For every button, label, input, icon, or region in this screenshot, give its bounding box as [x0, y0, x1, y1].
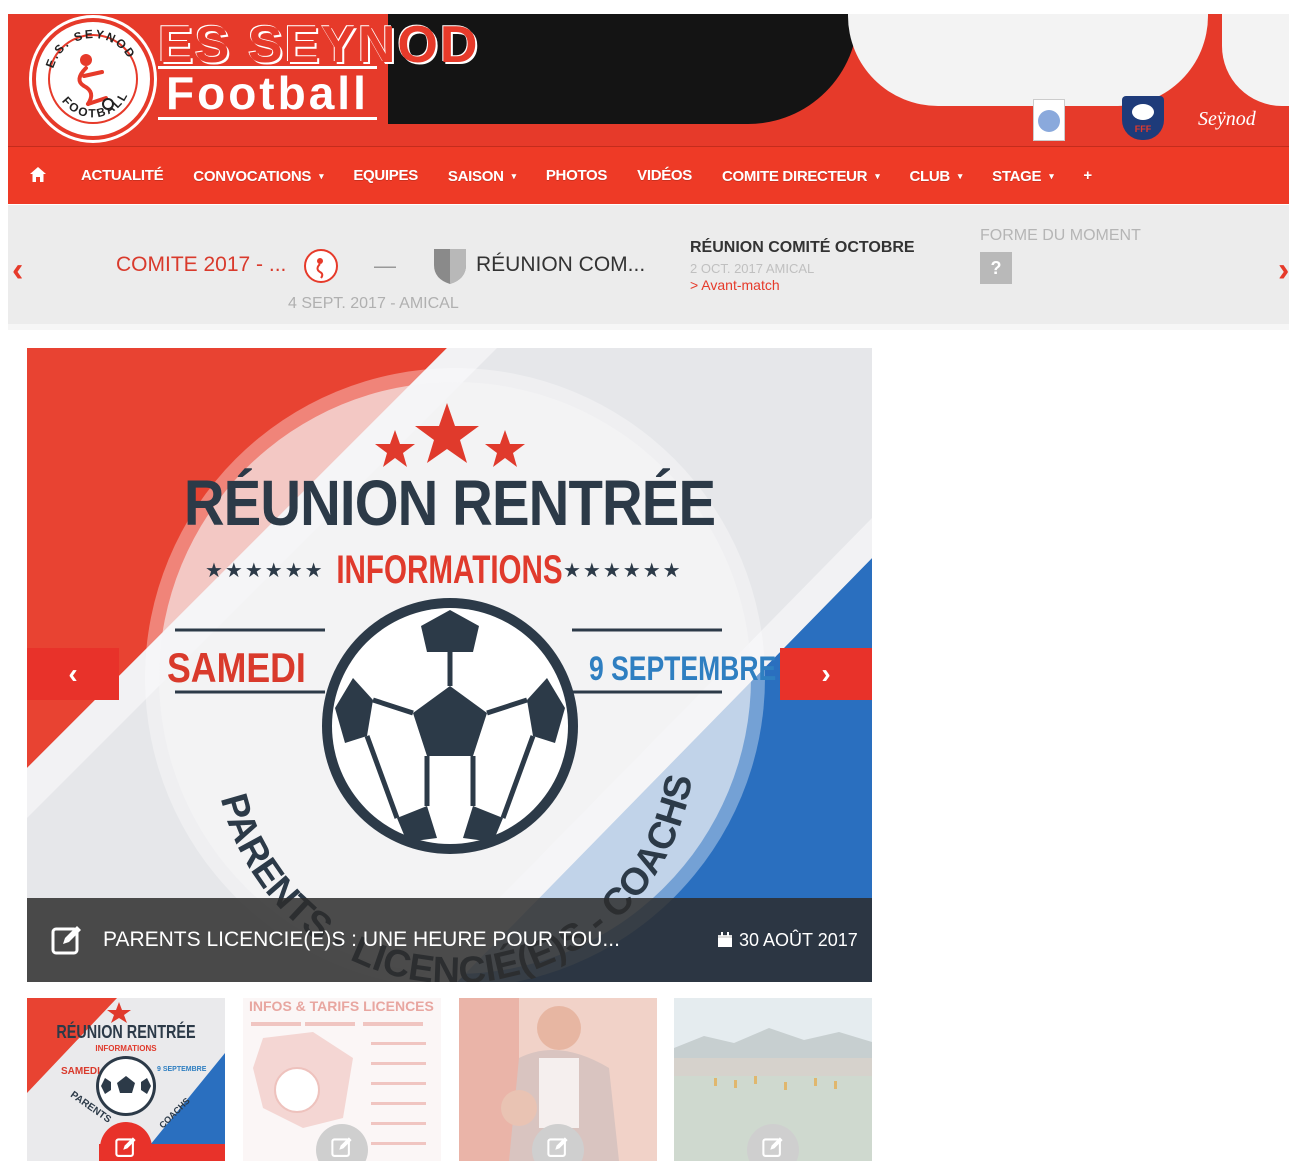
nav-label: ACTUALITÉ	[81, 166, 164, 184]
next-match-date: 2 OCT. 2017 AMICAL	[690, 261, 815, 276]
partner-league-logo[interactable]	[1033, 99, 1065, 141]
header-banner-light	[848, 14, 1208, 106]
match-prev-arrow[interactable]: ‹	[12, 251, 23, 290]
club-crest-icon	[304, 249, 338, 283]
fff-label: FFF	[1134, 124, 1152, 134]
last-match-home-team[interactable]: COMITE 2017 - ...	[116, 253, 286, 277]
chevron-down-icon: ▾	[957, 170, 963, 181]
club-subtitle[interactable]: Football	[158, 66, 377, 120]
partner-seynod-logo[interactable]: Seÿnod	[1198, 108, 1256, 131]
nav-comite-directeur[interactable]: COMITE DIRECTEUR ▾	[707, 147, 894, 205]
nav-saison[interactable]: SAISON ▾	[433, 147, 531, 205]
home-icon[interactable]	[8, 147, 66, 205]
logo-text-bottom: FOOTBALL	[59, 88, 129, 120]
site-header: ES SEYNOD Football E.S. SEYNOD FOOTBALL	[8, 14, 1289, 146]
chevron-down-icon: ▾	[511, 170, 517, 181]
nav-label: COMITE DIRECTEUR	[722, 167, 868, 185]
thumbnail-1[interactable]: RÉUNION RENTRÉE INFORMATIONS SAMEDI 9 SE…	[27, 998, 225, 1161]
nav-label: STAGE	[992, 167, 1042, 185]
calendar-icon	[718, 932, 732, 947]
edit-icon	[331, 1136, 353, 1161]
nav-equipes[interactable]: EQUIPES	[338, 147, 433, 205]
match-next-arrow[interactable]: ›	[1278, 251, 1289, 290]
nav-label: +	[1083, 166, 1092, 184]
nav-label: VIDÉOS	[637, 166, 693, 184]
nav-stage[interactable]: STAGE ▾	[977, 147, 1068, 205]
news-slider[interactable]: PARENTS - LICENCIÉ(E)S - COACHS RÉUNION …	[27, 348, 872, 982]
edit-icon	[762, 1136, 784, 1161]
caption-date-text: 30 AOÛT 2017	[739, 930, 858, 950]
club-logo[interactable]: E.S. SEYNOD FOOTBALL	[32, 18, 154, 140]
nav-actualite[interactable]: ACTUALITÉ	[66, 147, 178, 205]
nav-label: CLUB	[909, 167, 950, 185]
last-match-away-team[interactable]: RÉUNION COM...	[476, 253, 645, 277]
edit-icon	[547, 1136, 569, 1161]
form-badge: ?	[980, 252, 1012, 284]
nav-club[interactable]: CLUB ▾	[894, 147, 977, 205]
match-bar: ‹ › COMITE 2017 - ... — RÉUNION COM... 4…	[8, 205, 1289, 330]
league-emblem	[1038, 110, 1060, 132]
thumbnail-4[interactable]	[674, 998, 872, 1161]
decorative-stars-right: ★★★★★★	[563, 560, 683, 582]
nav-label: PHOTOS	[545, 166, 608, 184]
last-match-date: 4 SEPT. 2017 - AMICAL	[288, 295, 459, 312]
logo-emblem: E.S. SEYNOD FOOTBALL	[43, 27, 137, 121]
nav-label: EQUIPES	[353, 166, 418, 184]
chevron-down-icon: ▾	[1049, 170, 1054, 181]
chevron-down-icon: ▾	[319, 170, 324, 181]
slide-day: SAMEDI	[167, 644, 306, 691]
thumbnail-2[interactable]: INFOS & TARIFS LICENCES	[243, 998, 441, 1161]
partner-fff-logo[interactable]: FFF	[1122, 96, 1164, 140]
thumbnail-1-day: SAMEDI	[61, 1066, 100, 1077]
nav-label: SAISON	[447, 167, 504, 185]
slide-caption-bar[interactable]: PARENTS LICENCIE(E)S : UNE HEURE POUR TO…	[27, 898, 872, 982]
thumbnail-1-date: 9 SEPTEMBRE	[157, 1066, 207, 1073]
pre-match-link[interactable]: > Avant-match	[690, 277, 780, 293]
slider-prev-button[interactable]: ‹	[27, 648, 119, 700]
slider-next-button[interactable]: ›	[780, 648, 872, 700]
slide-caption[interactable]: PARENTS LICENCIE(E)S : UNE HEURE POUR TO…	[103, 928, 620, 952]
header-banner-light-right	[1222, 14, 1289, 106]
nav-label: CONVOCATIONS	[193, 167, 312, 185]
thumbnail-1-subtitle: INFORMATIONS	[95, 1044, 157, 1053]
edit-icon	[115, 1136, 137, 1161]
svg-text:FOOTBALL: FOOTBALL	[59, 88, 131, 120]
slide-caption-date: 30 AOÛT 2017	[717, 930, 858, 951]
nav-photos[interactable]: PHOTOS	[531, 147, 622, 205]
edit-icon	[51, 924, 83, 956]
nav-videos[interactable]: VIDÉOS	[622, 147, 707, 205]
soccer-ball-icon	[322, 598, 578, 854]
fff-rooster-icon	[1132, 104, 1154, 120]
thumbnail-3[interactable]	[459, 998, 657, 1161]
nav-more[interactable]: +	[1068, 147, 1106, 205]
score-separator: —	[374, 253, 396, 278]
slide-date: 9 SEPTEMBRE	[589, 650, 777, 688]
nav-convocations[interactable]: CONVOCATIONS ▾	[178, 147, 338, 205]
next-match-title[interactable]: RÉUNION COMITÉ OCTOBRE	[690, 239, 915, 257]
shield-icon	[432, 247, 468, 285]
thumbnail-1-title: RÉUNION RENTRÉE	[56, 1022, 196, 1042]
form-title: FORME DU MOMENT	[980, 227, 1141, 244]
main-nav: ACTUALITÉ CONVOCATIONS ▾ EQUIPES SAISON ▾ …	[8, 146, 1289, 204]
slide-headline: RÉUNION RENTRÉE	[183, 467, 716, 539]
chevron-down-icon: ▾	[875, 170, 880, 181]
